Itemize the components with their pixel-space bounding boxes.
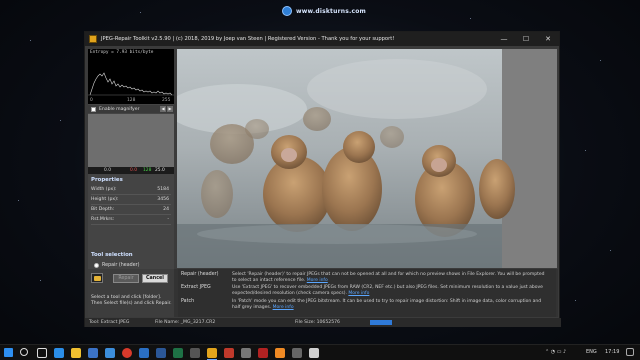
stat-value: 128	[143, 168, 152, 173]
help-desc: Use 'Extract JPEG' to recover embedded J…	[232, 285, 550, 296]
histogram: Entropy = 7.93 bits/byte	[88, 49, 174, 97]
arrow-right-icon[interactable]: ▶	[167, 106, 173, 112]
settings-icon[interactable]	[241, 348, 251, 358]
radio-label: Repair (header)	[102, 263, 140, 268]
taskbar: ⌃ ◔ ▭ ♪ ENG 17:19	[0, 344, 640, 360]
calculator-icon[interactable]	[190, 348, 200, 358]
radio-repair-header[interactable]: Repair (header)	[94, 263, 140, 268]
open-folder-button[interactable]	[91, 273, 103, 283]
file-explorer-icon[interactable]	[71, 348, 81, 358]
title-bar[interactable]: JPEG-Repair Toolkit v2.5.90 | (c) 2018, …	[85, 32, 559, 46]
enable-magnifier-checkbox[interactable]	[91, 106, 96, 112]
help-desc: In 'Patch' mode you can edit the JPEG bi…	[232, 299, 550, 310]
help-label: Repair (header)	[181, 272, 219, 277]
property-row: Bit Depth: 24	[91, 205, 171, 215]
property-key: Width (px):	[91, 187, 117, 192]
language-indicator[interactable]: ENG	[586, 349, 597, 355]
status-file-size: File Size: 10652576	[295, 320, 340, 325]
property-value: 24	[163, 207, 169, 212]
help-label: Extract JPEG	[181, 285, 211, 290]
app-window: JPEG-Repair Toolkit v2.5.90 | (c) 2018, …	[84, 31, 561, 327]
mail-icon[interactable]	[105, 348, 115, 358]
filezilla-icon[interactable]	[258, 348, 268, 358]
arrow-left-icon[interactable]: ◀	[160, 106, 166, 112]
property-key: Bit Depth:	[91, 207, 115, 212]
clock[interactable]: 17:19	[605, 349, 619, 355]
watermark: www.diskturns.com	[282, 6, 366, 16]
status-tool: Tool: Extract JPEG	[89, 320, 130, 325]
stat-value: 25.0	[155, 168, 165, 173]
property-row: Width (px): 5184	[91, 185, 171, 195]
tray-icons[interactable]: ⌃ ◔ ▭ ♪	[545, 349, 566, 355]
more-info-link[interactable]: More info	[348, 291, 369, 296]
more-info-link[interactable]: More info	[307, 278, 328, 283]
folder-icon	[93, 275, 101, 281]
app-icon[interactable]	[309, 348, 319, 358]
tick-label: 0	[90, 98, 93, 103]
action-area: Repair Cancel Select a tool and click [f…	[88, 269, 174, 317]
help-desc-text: Use 'Extract JPEG' to recover embedded J…	[232, 285, 543, 296]
property-row: Rst.Mrkrs: -	[91, 215, 171, 225]
tick-label: 128	[127, 98, 136, 103]
app-icon	[89, 35, 97, 43]
jpeg-repair-icon[interactable]	[207, 348, 217, 358]
property-value: -	[167, 217, 169, 222]
maximize-button[interactable]: ☐	[515, 32, 537, 46]
tick-label: 255	[162, 98, 171, 103]
histogram-stats: 0.0 0.0 128 25.0	[88, 167, 174, 174]
watermark-text: www.diskturns.com	[296, 7, 366, 15]
store-icon[interactable]	[88, 348, 98, 358]
image-preview	[177, 49, 557, 268]
vlc-icon[interactable]	[275, 348, 285, 358]
app-icon[interactable]	[292, 348, 302, 358]
magnifier-view	[88, 114, 174, 167]
properties-title: Properties	[91, 177, 123, 183]
close-button[interactable]: ✕	[537, 32, 559, 46]
stat-value: 0.0	[130, 168, 137, 173]
task-view-icon[interactable]	[37, 348, 47, 358]
property-key: Height (px):	[91, 197, 119, 202]
property-value: 5184	[157, 187, 169, 192]
status-bar: Tool: Extract JPEG File Name: _MG_3217.C…	[85, 318, 561, 327]
window-controls: — ☐ ✕	[493, 32, 559, 46]
help-panel: Repair (header) Select 'Repair (header)'…	[178, 269, 556, 317]
search-icon[interactable]	[20, 348, 28, 356]
magnifier-arrows: ◀ ▶	[160, 106, 173, 112]
radio-icon[interactable]	[94, 263, 99, 268]
histogram-ticks: 0 128 255	[88, 97, 174, 104]
help-desc-text: Select 'Repair (header)' to repair JPEGs…	[232, 272, 545, 283]
chrome-icon[interactable]	[122, 348, 132, 358]
watermark-logo-icon	[282, 6, 292, 16]
word-icon[interactable]	[156, 348, 166, 358]
progress-bar	[370, 320, 392, 325]
help-label: Patch	[181, 299, 195, 304]
media-icon[interactable]	[224, 348, 234, 358]
property-key: Rst.Mrkrs:	[91, 217, 115, 222]
property-value: 3456	[157, 197, 169, 202]
minimize-button[interactable]: —	[493, 32, 515, 46]
window-title: JPEG-Repair Toolkit v2.5.90 | (c) 2018, …	[101, 36, 395, 42]
edge-icon[interactable]	[54, 348, 64, 358]
bottom-panel: Repair Cancel Select a tool and click [f…	[88, 269, 558, 317]
more-info-link[interactable]: More info	[273, 305, 294, 310]
cancel-button[interactable]: Cancel	[142, 274, 168, 283]
help-desc: Select 'Repair (header)' to repair JPEGs…	[232, 272, 550, 283]
photos-icon[interactable]	[139, 348, 149, 358]
notifications-icon[interactable]	[626, 348, 634, 356]
histogram-graph	[88, 72, 174, 96]
magnifier-label: Enable magnifyer	[99, 106, 140, 112]
hint-text: Select a tool and click [folder]. Then S…	[91, 295, 172, 306]
repair-button[interactable]: Repair	[113, 274, 139, 283]
excel-icon[interactable]	[173, 348, 183, 358]
tool-selection-title: Tool selection	[91, 252, 133, 258]
property-row: Height (px): 3456	[91, 195, 171, 205]
snow-monkeys-photo	[177, 49, 557, 268]
stat-value: 0.0	[104, 168, 111, 173]
status-file-name: File Name: _MG_3217.CR2	[155, 320, 216, 325]
windows-start-icon[interactable]	[4, 348, 13, 357]
magnifier-row: Enable magnifyer ◀ ▶	[88, 105, 174, 113]
